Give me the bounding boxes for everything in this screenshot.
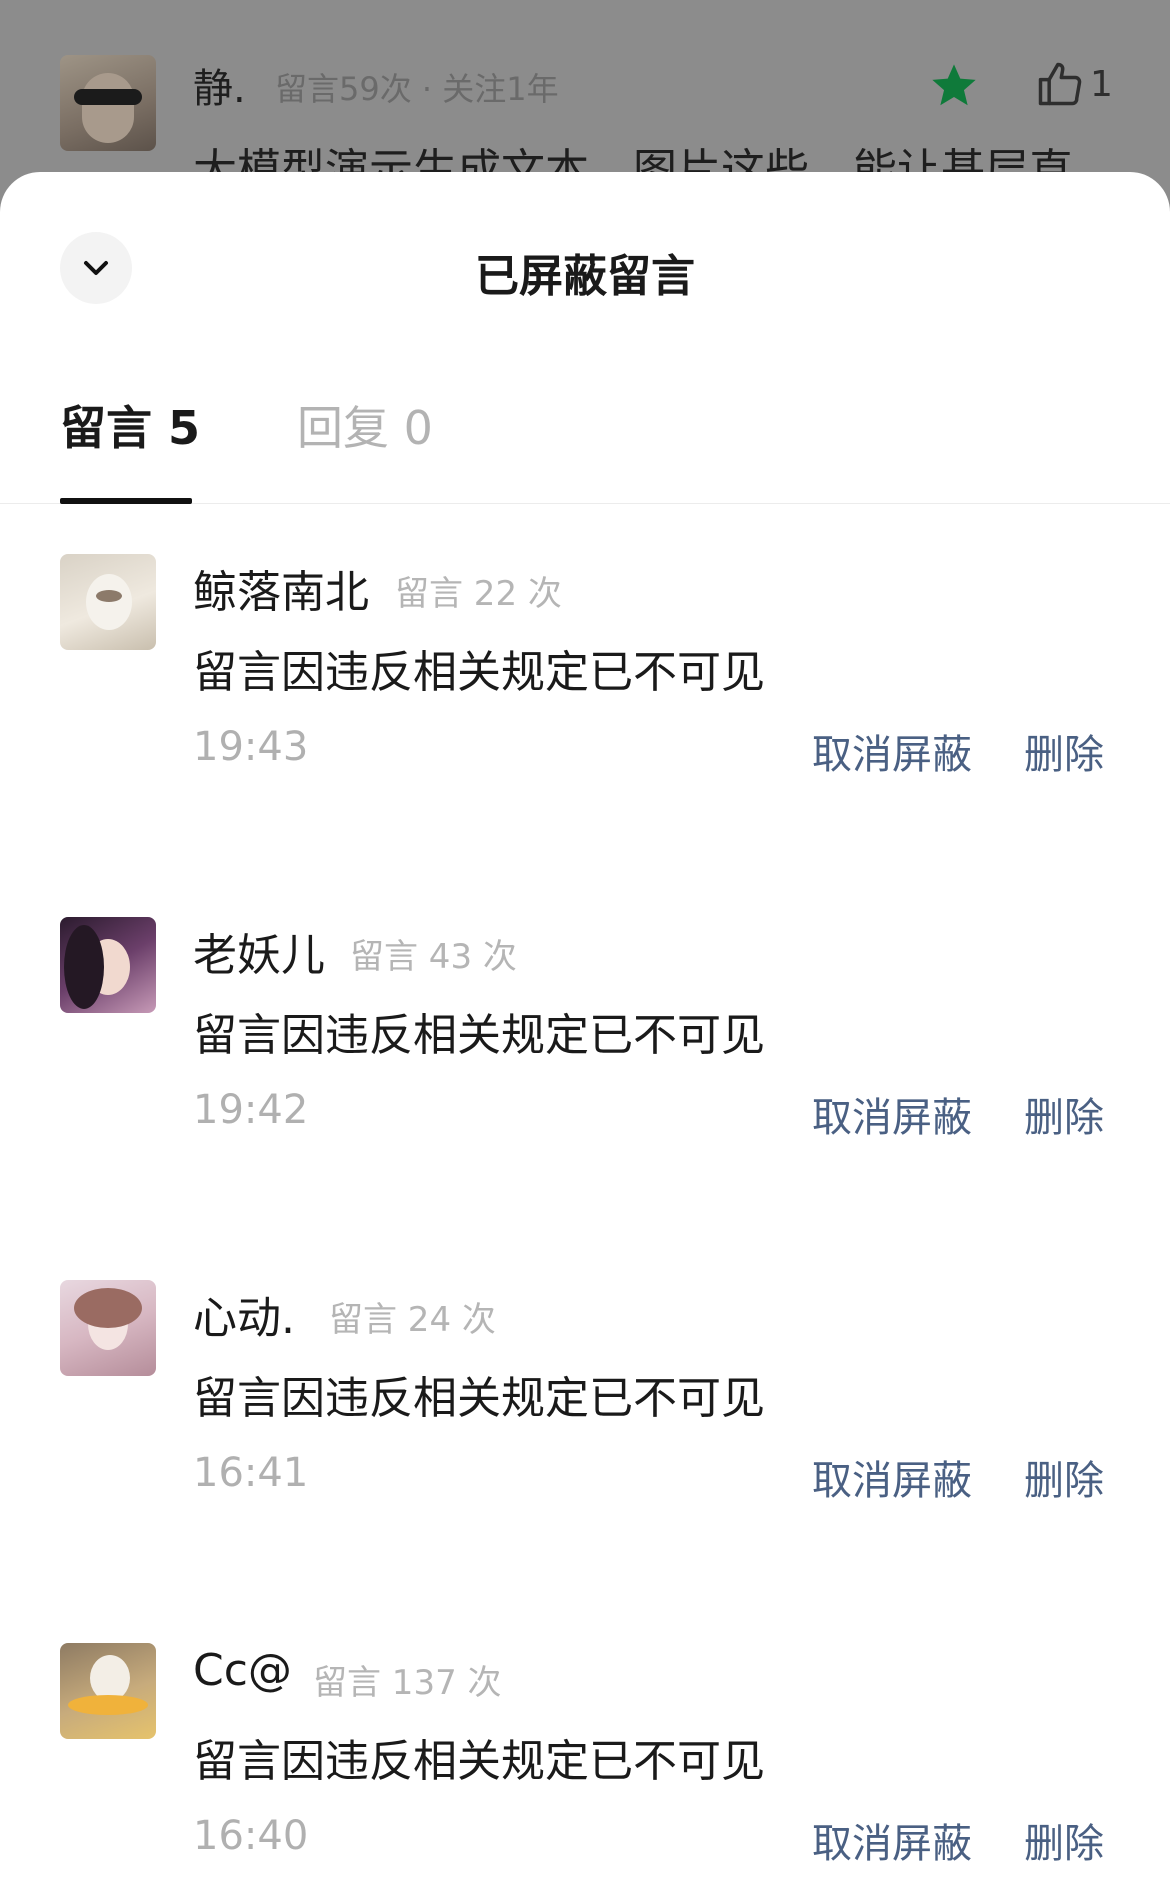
star-icon[interactable] [928,60,980,112]
delete-button[interactable]: 删除 [1024,1811,1104,1869]
blocked-comments-sheet: 已屏蔽留言 留言 5 回复 0 鲸落南北 留言 22 次 留言因违反相关规定已不… [0,172,1170,1882]
comment-time: 16:40 [193,1813,309,1859]
unblock-button[interactable]: 取消屏蔽 [812,1811,972,1869]
comment-text: 留言因违反相关规定已不可见 [193,1010,765,1061]
tab-replies[interactable]: 回复 0 [297,392,433,458]
delete-button[interactable]: 删除 [1024,1085,1104,1143]
comment-count: 留言 137 次 [313,1663,502,1703]
delete-button[interactable]: 删除 [1024,1448,1104,1506]
commenter-name: 静. [193,66,246,112]
list-item: 老妖儿 留言 43 次 留言因违反相关规定已不可见 19:42 取消屏蔽 删除 [0,867,1170,1230]
sheet-title: 已屏蔽留言 [475,251,695,302]
unblock-button[interactable]: 取消屏蔽 [812,1085,972,1143]
commenter-name: 心动. [193,1293,295,1344]
commenter-name: Cc@ [193,1645,292,1696]
comment-count: 留言 43 次 [350,937,517,977]
comment-text: 留言因违反相关规定已不可见 [193,647,765,698]
comment-time: 16:41 [193,1450,309,1496]
comment-text: 留言因违反相关规定已不可见 [193,1736,765,1787]
avatar [60,1280,156,1376]
avatar [60,554,156,650]
unblock-button[interactable]: 取消屏蔽 [812,722,972,780]
commenter-meta: 留言59次 · 关注1年 [275,70,559,108]
avatar [60,917,156,1013]
page: 静. 留言59次 · 关注1年 1 大模型演示生成文本、图片这些，能让基层直 已… [0,0,1170,1882]
thumbs-up-icon[interactable] [1034,58,1086,110]
commenter-name: 老妖儿 [193,930,325,981]
list-item: 心动. 留言 24 次 留言因违反相关规定已不可见 16:41 取消屏蔽 删除 [0,1230,1170,1593]
comment-time: 19:42 [193,1087,309,1133]
background-comment: 静. 留言59次 · 关注1年 1 大模型演示生成文本、图片这些，能让基层直 [0,0,1170,200]
comment-time: 19:43 [193,724,309,770]
unblock-button[interactable]: 取消屏蔽 [812,1448,972,1506]
like-count: 1 [1090,64,1113,105]
comment-text: 留言因违反相关规定已不可见 [193,1373,765,1424]
blocked-comment-list: 鲸落南北 留言 22 次 留言因违反相关规定已不可见 19:43 取消屏蔽 删除… [0,504,1170,1882]
list-item: 鲸落南北 留言 22 次 留言因违反相关规定已不可见 19:43 取消屏蔽 删除 [0,504,1170,867]
comment-count: 留言 22 次 [395,574,562,614]
list-item: Cc@ 留言 137 次 留言因违反相关规定已不可见 16:40 取消屏蔽 删除 [0,1593,1170,1882]
delete-button[interactable]: 删除 [1024,722,1104,780]
avatar [60,1643,156,1739]
comment-count: 留言 24 次 [329,1300,496,1340]
commenter-name: 鲸落南北 [193,567,369,618]
tab-bar: 留言 5 回复 0 [0,392,1170,504]
avatar [60,55,156,151]
tab-comments[interactable]: 留言 5 [60,392,200,458]
